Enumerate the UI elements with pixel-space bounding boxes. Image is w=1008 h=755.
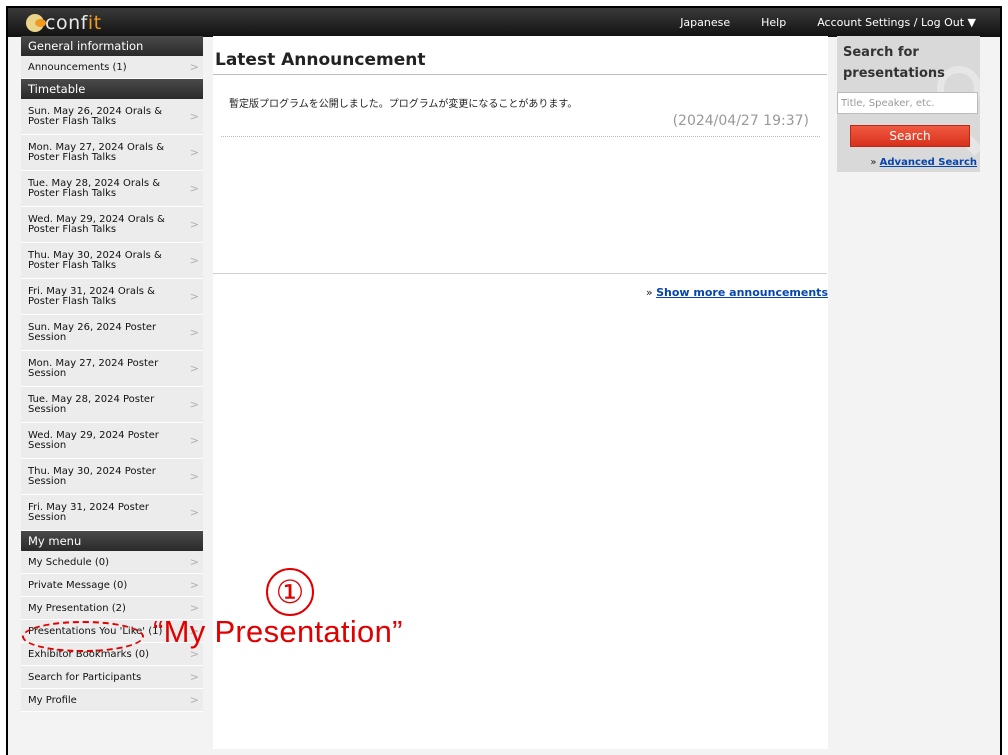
sidebar-item-label: Private Message (0) [28, 579, 128, 591]
logo-text: confit [45, 12, 102, 34]
sidebar-item-timetable[interactable]: Wed. May 29, 2024 Orals & Poster Flash Ta… [21, 207, 203, 243]
chevron-right-icon: > [189, 253, 199, 267]
highlight-ellipse [22, 621, 144, 652]
announcement-divider [221, 136, 820, 137]
search-panel: Search for presentations Search » Advanc… [837, 36, 980, 172]
sidebar-item-label: Fri. May 31, 2024 Poster Session [28, 501, 150, 523]
sidebar: General information Announcements (1) > … [21, 36, 203, 712]
callout-label: “My Presentation” [153, 614, 403, 649]
chevron-right-icon: > [189, 693, 199, 707]
sidebar-item-label: Sun. May 26, 2024 Orals & Poster Flash Ta… [28, 105, 163, 127]
sidebar-item-label: My Schedule (0) [28, 556, 110, 568]
sidebar-item-label: Announcements (1) [28, 61, 127, 73]
sidebar-item-private-message[interactable]: Private Message (0) > [21, 574, 203, 597]
section-header-my-menu: My menu [21, 531, 203, 551]
chevron-right-icon: > [189, 60, 199, 74]
chevron-right-icon: > [189, 555, 199, 569]
sidebar-item-timetable[interactable]: Fri. May 31, 2024 Poster Session > [21, 495, 203, 531]
search-button[interactable]: Search [850, 125, 970, 147]
chevron-right-icon: > [189, 361, 199, 375]
japanese-link[interactable]: Japanese [680, 16, 730, 29]
search-input[interactable] [837, 92, 978, 114]
sidebar-item-my-profile[interactable]: My Profile > [21, 689, 203, 712]
timetable-list: Sun. May 26, 2024 Orals & Poster Flash Ta… [21, 99, 203, 531]
show-more-prefix: » [645, 286, 657, 299]
sidebar-item-label: Fri. May 31, 2024 Orals & Poster Flash Ta… [28, 285, 155, 307]
confit-logo-icon [26, 14, 46, 32]
sidebar-item-timetable[interactable]: Fri. May 31, 2024 Orals & Poster Flash Ta… [21, 279, 203, 315]
chevron-right-icon: > [189, 505, 199, 519]
callout-number: ① [266, 568, 314, 616]
sidebar-item-label: Tue. May 28, 2024 Orals & Poster Flash Ta… [28, 177, 161, 199]
sidebar-item-label: Wed. May 29, 2024 Orals & Poster Flash Ta… [28, 213, 165, 235]
chevron-right-icon: > [189, 578, 199, 592]
top-links: Japanese Help Account Settings / Log Out… [680, 8, 976, 37]
chevron-right-icon: > [189, 181, 199, 195]
sidebar-item-timetable[interactable]: Sun. May 26, 2024 Orals & Poster Flash Ta… [21, 99, 203, 135]
sidebar-item-announcements[interactable]: Announcements (1) > [21, 56, 203, 79]
sidebar-item-my-schedule[interactable]: My Schedule (0) > [21, 551, 203, 574]
sidebar-item-timetable[interactable]: Wed. May 29, 2024 Poster Session > [21, 423, 203, 459]
sidebar-item-label: Wed. May 29, 2024 Poster Session [28, 429, 159, 451]
announcements-bottom-divider [213, 273, 827, 274]
sidebar-item-label: Mon. May 27, 2024 Poster Session [28, 357, 159, 379]
sidebar-item-label: Search for Participants [28, 671, 142, 683]
sidebar-item-label: Tue. May 28, 2024 Poster Session [28, 393, 155, 415]
search-title-line1: Search for [843, 45, 919, 60]
announcement-date: (2024/04/27 19:37) [672, 113, 809, 129]
sidebar-item-label: My Presentation (2) [28, 602, 126, 614]
chevron-right-icon: > [189, 145, 199, 159]
confit-logo[interactable]: confit [26, 10, 102, 34]
sidebar-item-label: Thu. May 30, 2024 Orals & Poster Flash Ta… [28, 249, 162, 271]
page-title: Latest Announcement [215, 50, 426, 70]
search-title: Search for presentations [843, 42, 945, 84]
sidebar-item-timetable[interactable]: Mon. May 27, 2024 Orals & Poster Flash Ta… [21, 135, 203, 171]
chevron-right-icon: > [189, 289, 199, 303]
chevron-right-icon: > [189, 325, 199, 339]
sidebar-item-timetable[interactable]: Sun. May 26, 2024 Poster Session > [21, 315, 203, 351]
section-header-general: General information [21, 36, 203, 56]
chevron-right-icon: > [189, 670, 199, 684]
sidebar-item-label: Thu. May 30, 2024 Poster Session [28, 465, 156, 487]
advanced-search: » Advanced Search [870, 157, 977, 168]
account-settings-link[interactable]: Account Settings / Log Out ▼ [817, 16, 976, 29]
title-divider [213, 74, 827, 75]
sidebar-item-timetable[interactable]: Thu. May 30, 2024 Orals & Poster Flash Ta… [21, 243, 203, 279]
sidebar-item-timetable[interactable]: Mon. May 27, 2024 Poster Session > [21, 351, 203, 387]
help-link[interactable]: Help [761, 16, 786, 29]
search-title-line2: presentations [843, 66, 945, 81]
section-header-timetable: Timetable [21, 79, 203, 99]
sidebar-item-search-participants[interactable]: Search for Participants > [21, 666, 203, 689]
sidebar-item-timetable[interactable]: Thu. May 30, 2024 Poster Session > [21, 459, 203, 495]
top-bar: confit Japanese Help Account Settings / … [8, 8, 1000, 37]
sidebar-item-timetable[interactable]: Tue. May 28, 2024 Poster Session > [21, 387, 203, 423]
chevron-right-icon: > [189, 601, 199, 615]
sidebar-item-label: My Profile [28, 694, 77, 706]
sidebar-item-label: Mon. May 27, 2024 Orals & Poster Flash Ta… [28, 141, 165, 163]
show-more-announcements-link[interactable]: Show more announcements [656, 286, 828, 299]
chevron-right-icon: > [189, 433, 199, 447]
chevron-right-icon: > [189, 469, 199, 483]
advanced-search-link[interactable]: Advanced Search [880, 157, 977, 168]
chevron-right-icon: > [189, 109, 199, 123]
show-more: » Show more announcements [646, 286, 828, 299]
sidebar-item-label: Sun. May 26, 2024 Poster Session [28, 321, 157, 343]
advanced-search-prefix: » [870, 157, 880, 168]
sidebar-item-timetable[interactable]: Tue. May 28, 2024 Orals & Poster Flash Ta… [21, 171, 203, 207]
announcement-text: 暫定版プログラムを公開しました。プログラムが変更になることがあります。 [229, 99, 578, 110]
chevron-right-icon: > [189, 397, 199, 411]
chevron-right-icon: > [189, 217, 199, 231]
